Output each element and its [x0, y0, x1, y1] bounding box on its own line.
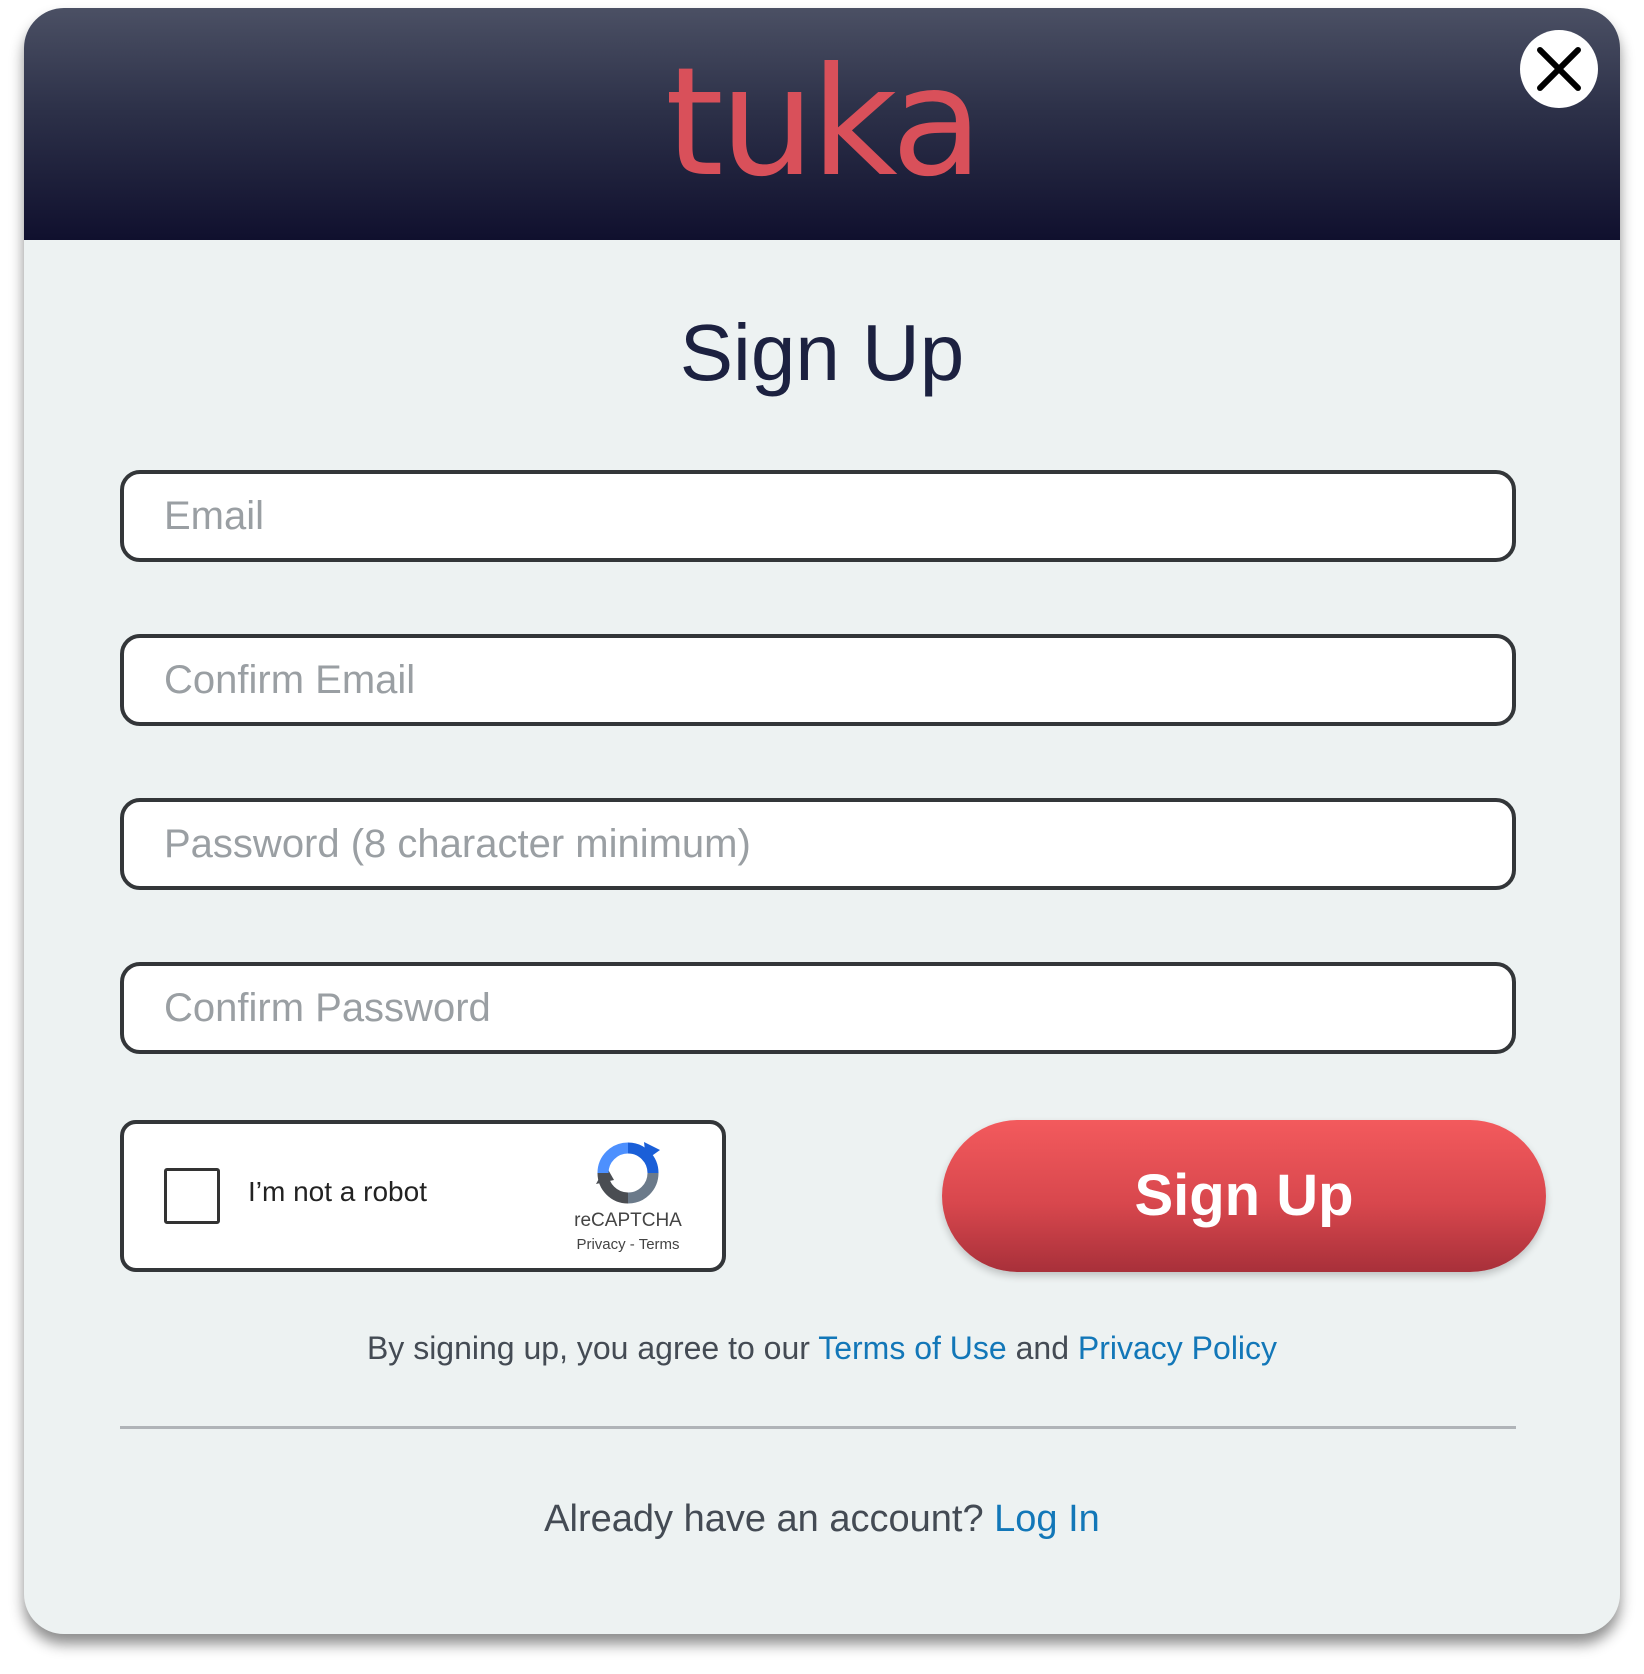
- terms-of-use-link[interactable]: Terms of Use: [818, 1330, 1006, 1366]
- recaptcha-checkbox[interactable]: [164, 1168, 220, 1224]
- recaptcha-terms-link[interactable]: Terms: [639, 1236, 680, 1253]
- recaptcha-widget: I’m not a robot reCAPTCHA Privacy - Term…: [120, 1120, 726, 1272]
- confirm-email-field-wrapper: [120, 634, 1516, 726]
- recaptcha-brand: reCAPTCHA: [574, 1210, 682, 1231]
- email-input[interactable]: [124, 474, 1512, 558]
- recaptcha-icon: [596, 1142, 660, 1204]
- modal-header: tuka: [24, 8, 1620, 240]
- recaptcha-links: Privacy - Terms: [548, 1236, 708, 1253]
- divider: [120, 1426, 1516, 1429]
- agreement-prefix: By signing up, you agree to our: [366, 1330, 819, 1366]
- page-title: Sign Up: [679, 308, 965, 397]
- confirm-password-input[interactable]: [124, 966, 1512, 1050]
- password-input[interactable]: [124, 802, 1512, 886]
- confirm-password-field-wrapper: [120, 962, 1516, 1054]
- signup-modal: tuka Sign Up I’m not a robot reCAPTCHA: [24, 8, 1620, 1634]
- recaptcha-separator: -: [625, 1236, 639, 1253]
- tuka-logo: tuka: [664, 36, 983, 210]
- confirm-email-input[interactable]: [124, 638, 1512, 722]
- recaptcha-label: I’m not a robot: [248, 1176, 427, 1207]
- sign-up-button[interactable]: Sign Up: [942, 1120, 1546, 1272]
- recaptcha-privacy-link[interactable]: Privacy: [576, 1236, 625, 1253]
- agreement-text: By signing up, you agree to our Terms of…: [24, 1330, 1620, 1367]
- log-in-link[interactable]: Log In: [994, 1498, 1100, 1540]
- close-icon: [1537, 47, 1581, 91]
- close-button[interactable]: [1520, 30, 1598, 108]
- password-field-wrapper: [120, 798, 1516, 890]
- login-prompt-text: Already have an account?: [544, 1498, 995, 1540]
- login-prompt: Already have an account? Log In: [24, 1498, 1620, 1541]
- agreement-middle: and: [1006, 1330, 1078, 1366]
- privacy-policy-link[interactable]: Privacy Policy: [1078, 1330, 1277, 1366]
- email-field-wrapper: [120, 470, 1516, 562]
